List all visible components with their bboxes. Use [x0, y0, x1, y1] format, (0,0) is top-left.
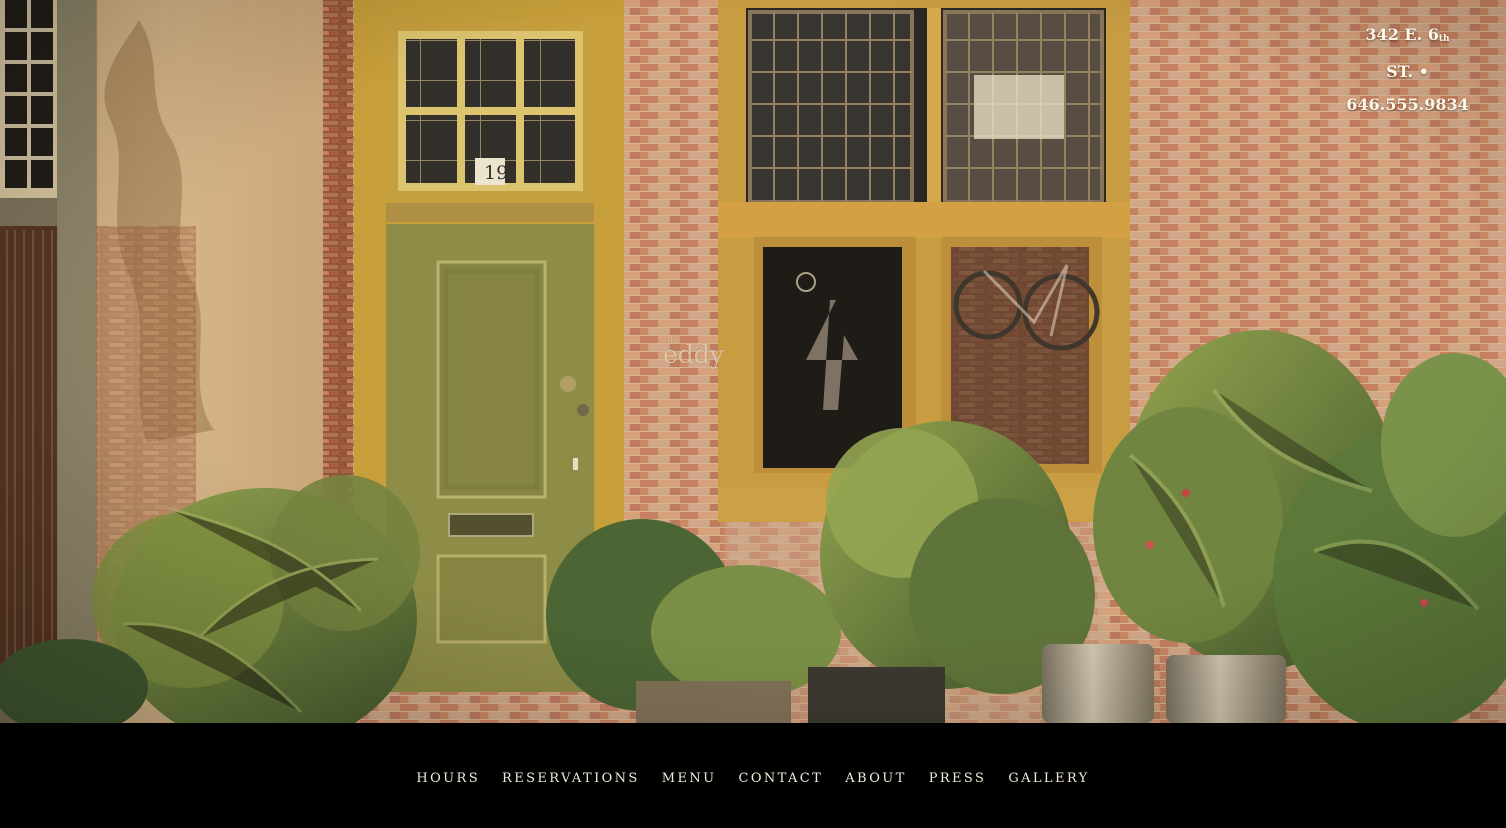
phone-number[interactable]: 646.555.9834: [1345, 88, 1470, 121]
main-navigation: HOURS RESERVATIONS MENU CONTACT ABOUT PR…: [0, 723, 1506, 828]
nav-hours-link[interactable]: HOURS: [416, 767, 480, 791]
brand-logo-small-text: the: [667, 335, 681, 344]
street-number: 342 E. 6: [1365, 25, 1439, 44]
page: 19: [0, 0, 1506, 828]
navigation-list: HOURS RESERVATIONS MENU CONTACT ABOUT PR…: [0, 767, 1506, 791]
brand-logo[interactable]: the eddy: [663, 336, 724, 369]
nav-contact-link[interactable]: CONTACT: [738, 767, 823, 791]
address-line-2: ST. •: [1386, 62, 1429, 81]
nav-menu-link[interactable]: MENU: [662, 767, 717, 791]
nav-press-link[interactable]: PRESS: [929, 767, 987, 791]
nav-reservations-link[interactable]: RESERVATIONS: [502, 767, 640, 791]
address-block: 342 E. 6th ST. • 646.555.9834: [1345, 18, 1470, 121]
address-line-1: 342 E. 6th: [1345, 18, 1470, 55]
street-ordinal: th: [1438, 34, 1450, 44]
brand-logo-main-text: eddy: [663, 340, 724, 369]
nav-gallery-link[interactable]: GALLERY: [1008, 767, 1089, 791]
nav-about-link[interactable]: ABOUT: [845, 767, 906, 791]
hero-image: 19: [0, 0, 1506, 723]
storefront-photo: 19: [0, 0, 1506, 723]
